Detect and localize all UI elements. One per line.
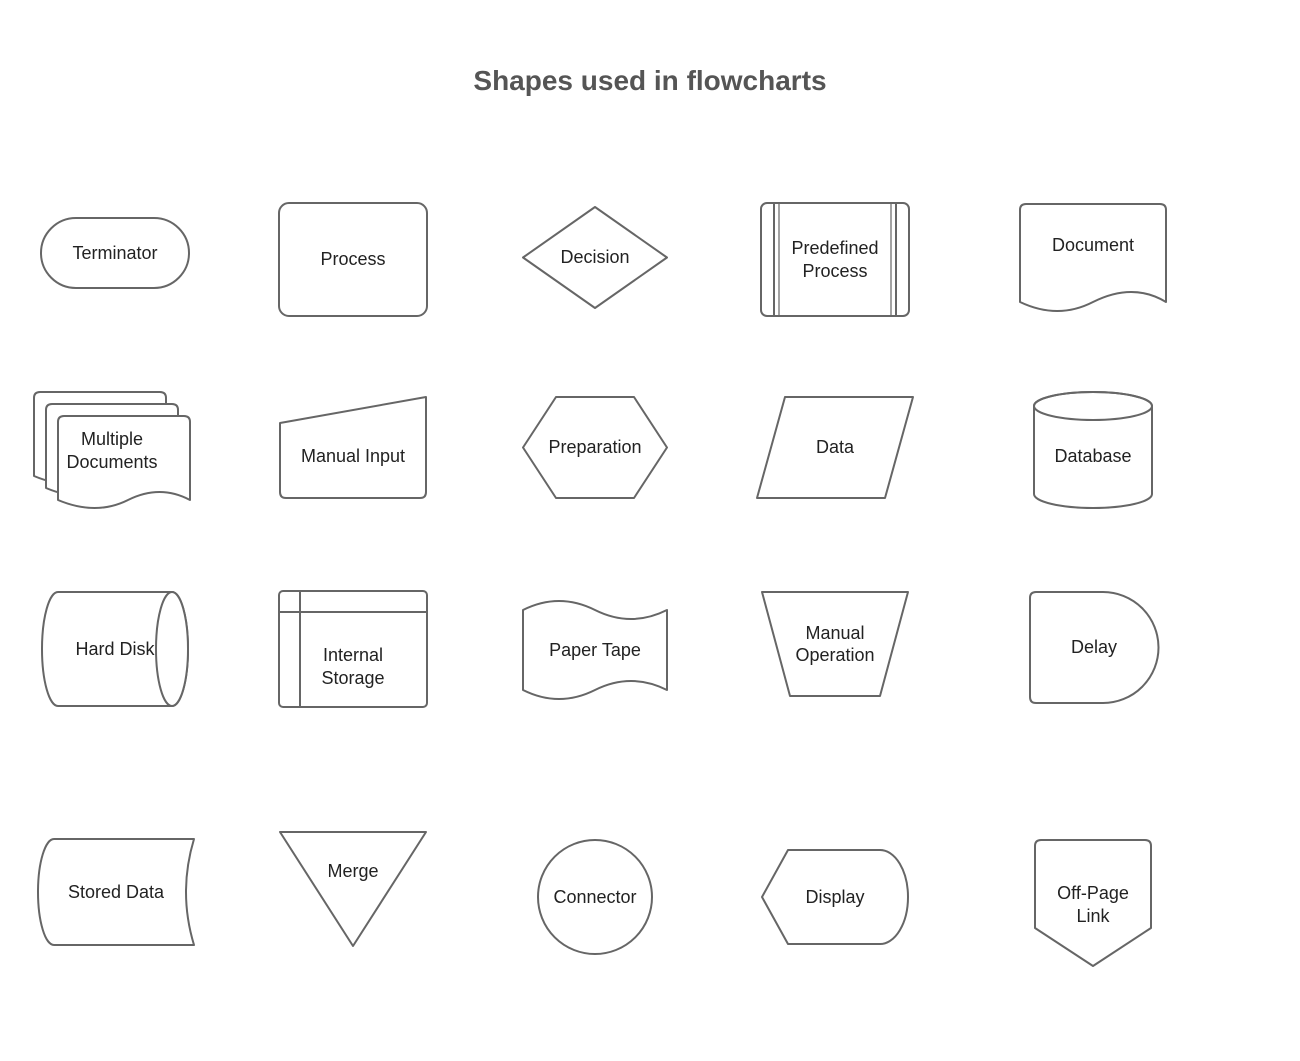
shape-terminator: Terminator bbox=[40, 217, 190, 289]
shape-merge: Merge bbox=[278, 830, 428, 948]
shape-internal-storage: InternalStorage bbox=[278, 590, 428, 708]
shape-database: Database bbox=[1032, 390, 1154, 510]
shape-manual-operation: ManualOperation bbox=[760, 590, 910, 698]
shape-delay: Delay bbox=[1028, 590, 1160, 705]
page-title: Shapes used in flowcharts bbox=[0, 65, 1300, 97]
shape-off-page-link: Off-PageLink bbox=[1033, 838, 1153, 968]
shape-preparation: Preparation bbox=[521, 395, 669, 500]
shape-stored-data: Stored Data bbox=[36, 837, 196, 947]
shape-data: Data bbox=[755, 395, 915, 500]
shape-document: Document bbox=[1018, 202, 1168, 317]
shape-process: Process bbox=[278, 202, 428, 317]
shape-manual-input: Manual Input bbox=[278, 395, 428, 500]
shape-display: Display bbox=[760, 848, 910, 946]
shape-multiple-documents: MultipleDocuments bbox=[32, 390, 192, 510]
shape-paper-tape: Paper Tape bbox=[521, 590, 669, 710]
shape-decision: Decision bbox=[521, 205, 669, 310]
shape-hard-disk: Hard Disk bbox=[40, 590, 190, 708]
shape-connector: Connector bbox=[536, 838, 654, 956]
shape-predefined-process: PredefinedProcess bbox=[760, 202, 910, 317]
